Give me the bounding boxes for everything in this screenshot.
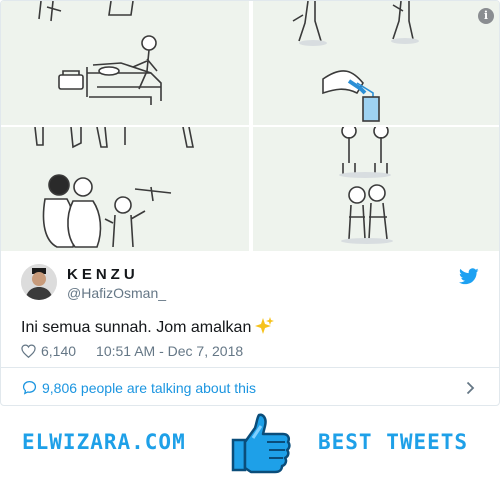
heart-icon[interactable] (21, 344, 36, 358)
avatar[interactable] (21, 264, 57, 300)
media-panel-standing[interactable] (253, 127, 499, 251)
brand-site-name[interactable]: ELWIZARA.COM (22, 430, 186, 454)
tweet-author[interactable]: KENZU @HafizOsman_ (21, 264, 481, 304)
info-icon[interactable]: i (478, 8, 494, 24)
brand-banner: ELWIZARA.COM BEST TWEETS (0, 406, 500, 480)
sparkles-icon (255, 317, 275, 334)
speech-bubble-icon (22, 380, 37, 395)
media-panel-bed[interactable] (1, 1, 249, 125)
tweet-text-body: Ini semua sunnah. Jom amalkan (21, 319, 252, 336)
tweet-media-grid[interactable]: i (1, 1, 499, 251)
twitter-bird-icon[interactable] (459, 268, 479, 285)
tweet-card: i KENZU @HafizOsman_ Ini semua sunnah. J… (0, 0, 500, 406)
chevron-right-icon[interactable] (466, 381, 475, 395)
tweet-text: Ini semua sunnah. Jom amalkan (21, 317, 275, 337)
tweet-timestamp[interactable]: 10:51 AM - Dec 7, 2018 (96, 343, 243, 359)
media-panel-water[interactable] (253, 1, 499, 125)
media-panel-family[interactable] (1, 127, 249, 251)
user-handle[interactable]: @HafizOsman_ (67, 285, 166, 301)
thumbs-up-icon (231, 413, 291, 474)
talking-about-link[interactable]: 9,806 people are talking about this (1, 368, 499, 405)
display-name[interactable]: KENZU (67, 266, 139, 283)
like-count[interactable]: 6,140 (41, 343, 76, 359)
tweet-meta: 6,140 10:51 AM - Dec 7, 2018 (21, 343, 243, 359)
brand-tagline[interactable]: BEST TWEETS (318, 430, 468, 454)
talking-about-text[interactable]: 9,806 people are talking about this (42, 380, 256, 396)
